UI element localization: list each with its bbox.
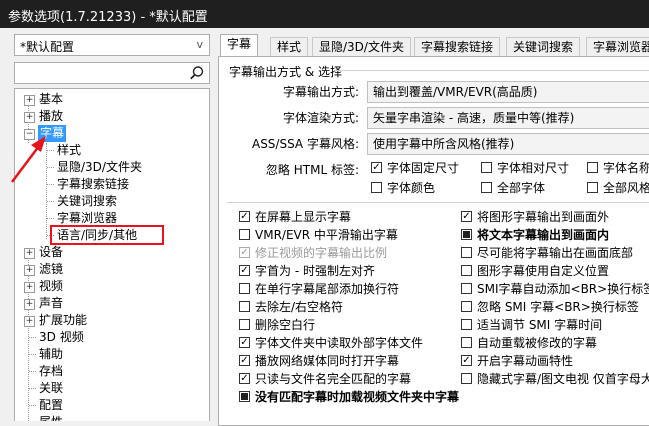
checkbox-box[interactable] [461, 337, 472, 348]
checkbox-box[interactable] [239, 283, 250, 294]
font-render-label: 字体渲染方式: [282, 111, 359, 125]
checkbox-box[interactable] [461, 301, 472, 312]
checkbox-box[interactable] [239, 391, 250, 402]
ass-style-select[interactable]: 使用字幕中所含风格(推荐) [367, 133, 649, 155]
tab-visibility-3d-folder[interactable]: 显隐/3D/文件夹 [312, 37, 411, 56]
checkbox-box[interactable] [461, 283, 472, 294]
checkbox-box[interactable] [371, 182, 382, 193]
checkbox-box[interactable] [461, 247, 472, 258]
checkbox-box[interactable] [461, 373, 472, 384]
checkbox-box[interactable]: ✓ [239, 373, 250, 384]
ignore-html-label: 忽略 HTML 标签: [265, 163, 359, 177]
divider [227, 202, 649, 203]
right-pane: 字幕 样式 显隐/3D/文件夹 字幕搜索链接 关键词搜索 字幕浏览器 字幕输出方… [216, 28, 649, 426]
chevron-down-icon: v [196, 38, 203, 51]
tree-line [46, 143, 47, 239]
checkbox-box[interactable] [461, 229, 472, 240]
output-method-select[interactable]: 输出到覆盖/VMR/EVR(高品质) [367, 81, 649, 103]
profile-value: *默认配置 [20, 40, 75, 54]
tab-style[interactable]: 样式 [270, 37, 309, 56]
checkbox-box[interactable] [239, 229, 250, 240]
checkbox-box[interactable] [239, 319, 250, 330]
checkbox-box[interactable] [239, 301, 250, 312]
checkbox-box[interactable]: ✓ [239, 355, 250, 366]
checkbox-box[interactable] [587, 182, 598, 193]
group-title: 字幕输出方式 & 选择 [229, 65, 342, 79]
output-method-label: 字幕输出方式: [282, 85, 359, 99]
category-tree[interactable]: + 基本 + 播放 − 字幕 样式 显隐/3D/文件夹 字幕搜索链接 关键词搜索 字幕… [14, 88, 210, 421]
checkbox-box[interactable] [481, 182, 492, 193]
ass-style-label: ASS/SSA 字幕风格: [251, 137, 359, 151]
checkbox-box[interactable]: ✓ [461, 211, 472, 222]
profile-dropdown[interactable]: *默认配置 v [14, 34, 210, 56]
divider [334, 70, 649, 71]
checkbox-box[interactable] [461, 319, 472, 330]
checkbox-box[interactable] [461, 265, 472, 276]
checkbox-box[interactable] [481, 162, 492, 173]
checkbox-box[interactable] [587, 162, 598, 173]
font-render-select[interactable]: 矢量字串渲染 - 高速，质量中等(推荐) [367, 107, 649, 129]
tab-subtitle-search-links[interactable]: 字幕搜索链接 [414, 37, 501, 56]
checkbox-box[interactable]: ✓ [239, 265, 250, 276]
window-title: 参数选项(1.7.21233) - *默认配置 [8, 10, 208, 25]
subtitle-settings-panel: 字幕输出方式 & 选择 字幕输出方式: 输出到覆盖/VMR/EVR(高品质) 字… [218, 56, 649, 426]
search-input[interactable] [14, 62, 210, 84]
checkbox-box: ✓ [239, 247, 250, 258]
checkbox-box[interactable]: ✓ [461, 355, 472, 366]
checkbox-box[interactable]: ✓ [371, 162, 382, 173]
tab-keyword-search[interactable]: 关键词搜索 [506, 37, 581, 56]
annotation-highlight-box [50, 225, 164, 245]
left-pane: *默认配置 v + 基本 + 播放 − 字幕 样式 显隐/3D/文件夹 字幕搜索链接 … [0, 28, 216, 421]
checkbox-box[interactable]: ✓ [239, 211, 250, 222]
tab-subtitle-browser[interactable]: 字幕浏览器 [586, 37, 649, 56]
tab-bar: 字幕 样式 显隐/3D/文件夹 字幕搜索链接 关键词搜索 字幕浏览器 [218, 34, 649, 57]
search-icon[interactable] [189, 65, 205, 81]
tab-subtitle[interactable]: 字幕 [220, 34, 259, 57]
title-bar: 参数选项(1.7.21233) - *默认配置 [0, 0, 649, 28]
checkbox-box[interactable]: ✓ [239, 337, 250, 348]
